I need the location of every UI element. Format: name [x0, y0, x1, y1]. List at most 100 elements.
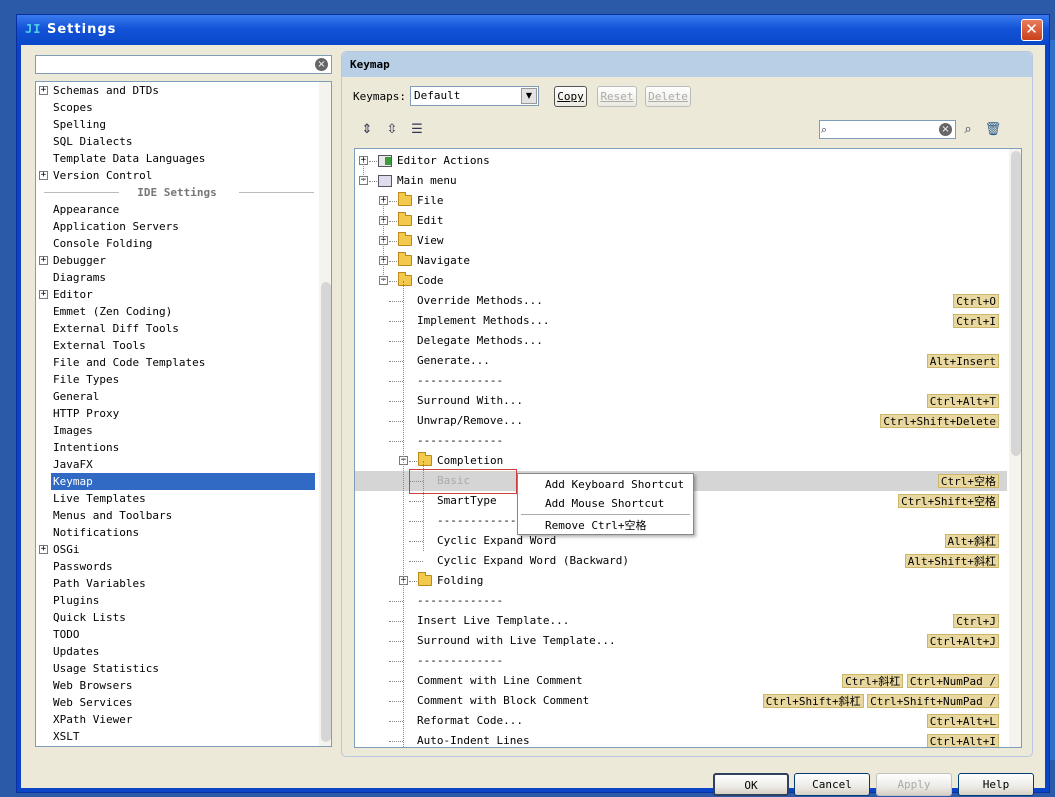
keymap-row[interactable]: Generate... Alt+Insert: [355, 351, 1007, 371]
keymap-row[interactable]: Implement Methods... Ctrl+I: [355, 311, 1007, 331]
keymap-row[interactable]: Delegate Methods...: [355, 331, 1007, 351]
keymap-row[interactable]: Comment with Line Comment Ctrl+NumPad / Ct…: [355, 671, 1007, 691]
settings-item[interactable]: External Tools: [36, 337, 316, 354]
settings-item[interactable]: Scopes: [36, 99, 316, 116]
menu-item-add-keyboard-shortcut[interactable]: Add Keyboard Shortcut: [545, 476, 684, 493]
settings-item[interactable]: Path Variables: [36, 575, 316, 592]
keymap-row[interactable]: + Folding: [355, 571, 1007, 591]
settings-item[interactable]: Updates: [36, 643, 316, 660]
reset-button[interactable]: Reset: [597, 86, 637, 107]
settings-item[interactable]: File Types: [36, 371, 316, 388]
settings-item[interactable]: Appearance: [36, 201, 316, 218]
keymap-row[interactable]: + Edit: [355, 211, 1007, 231]
trash-icon[interactable]: 🗑: [984, 121, 1002, 139]
settings-item[interactable]: Diagrams: [36, 269, 316, 286]
title-bar[interactable]: JI Settings ✕: [17, 15, 1049, 45]
settings-item[interactable]: XSLT: [36, 728, 316, 745]
keymap-row[interactable]: Comment with Block Comment Ctrl+Shift+Num…: [355, 691, 1007, 711]
delete-button[interactable]: Delete: [645, 86, 691, 107]
settings-item[interactable]: Quick Lists: [36, 609, 316, 626]
settings-item[interactable]: TODO: [36, 626, 316, 643]
keymap-row[interactable]: -------------: [355, 651, 1007, 671]
scrollbar-thumb[interactable]: [321, 282, 331, 742]
keymap-row[interactable]: Surround with Live Template... Ctrl+Alt+J: [355, 631, 1007, 651]
settings-item[interactable]: Web Services: [36, 694, 316, 711]
settings-item[interactable]: Usage Statistics: [36, 660, 316, 677]
keymap-tree-scrollbar[interactable]: [1009, 149, 1021, 747]
chevron-down-icon[interactable]: ▼: [521, 88, 537, 104]
search-icon[interactable]: ⌕: [821, 122, 836, 137]
settings-item[interactable]: Spelling: [36, 116, 316, 133]
settings-item[interactable]: Application Servers: [36, 218, 316, 235]
keymap-row[interactable]: Surround With... Ctrl+Alt+T: [355, 391, 1007, 411]
expand-icon[interactable]: +: [39, 171, 48, 180]
settings-item[interactable]: File and Code Templates: [36, 354, 316, 371]
settings-item[interactable]: Live Templates: [36, 490, 316, 507]
scrollbar-thumb[interactable]: [1011, 151, 1021, 456]
help-button[interactable]: Help: [958, 773, 1034, 796]
keymap-select[interactable]: Default ▼: [410, 86, 539, 106]
settings-search-input[interactable]: ×: [35, 55, 332, 74]
settings-tree-scrollbar[interactable]: [319, 82, 331, 746]
action-label: SmartType: [437, 494, 497, 507]
settings-item[interactable]: XPath Viewer: [36, 711, 316, 728]
collapse-all-icon[interactable]: ⇳: [383, 121, 401, 139]
keymap-row[interactable]: -------------: [355, 371, 1007, 391]
settings-item[interactable]: JavaFX: [36, 456, 316, 473]
clear-filter-icon[interactable]: ×: [939, 123, 952, 136]
settings-item[interactable]: Intentions: [36, 439, 316, 456]
settings-item[interactable]: + Schemas and DTDs: [36, 82, 316, 99]
settings-item[interactable]: External Diff Tools: [36, 320, 316, 337]
settings-item[interactable]: + OSGi: [36, 541, 316, 558]
menu-item-remove-shortcut[interactable]: Remove Ctrl+空格: [545, 517, 646, 534]
settings-item[interactable]: Keymap: [36, 473, 316, 490]
settings-item[interactable]: Web Browsers: [36, 677, 316, 694]
keymap-row[interactable]: − Main menu: [355, 171, 1007, 191]
keymap-row[interactable]: Reformat Code... Ctrl+Alt+L: [355, 711, 1007, 731]
tree-connector: [389, 361, 403, 362]
settings-item[interactable]: Emmet (Zen Coding): [36, 303, 316, 320]
settings-item[interactable]: Plugins: [36, 592, 316, 609]
expand-icon[interactable]: +: [39, 290, 48, 299]
expand-icon[interactable]: +: [39, 256, 48, 265]
settings-item[interactable]: Images: [36, 422, 316, 439]
menu-item-add-mouse-shortcut[interactable]: Add Mouse Shortcut: [545, 495, 664, 512]
keymap-row[interactable]: Override Methods... Ctrl+O: [355, 291, 1007, 311]
expand-icon[interactable]: +: [39, 545, 48, 554]
settings-item[interactable]: + Debugger: [36, 252, 316, 269]
settings-item[interactable]: HTTP Proxy: [36, 405, 316, 422]
ok-button[interactable]: OK: [713, 773, 789, 796]
keymap-row[interactable]: + Editor Actions: [355, 151, 1007, 171]
keymap-row[interactable]: Auto-Indent Lines Ctrl+Alt+I: [355, 731, 1007, 747]
cancel-button[interactable]: Cancel: [794, 773, 870, 796]
settings-item[interactable]: + Editor: [36, 286, 316, 303]
clear-search-icon[interactable]: ×: [315, 58, 328, 71]
folder-icon: [398, 232, 412, 246]
find-shortcut-icon[interactable]: ⌕: [959, 121, 977, 139]
keymap-row[interactable]: + File: [355, 191, 1007, 211]
settings-item[interactable]: Console Folding: [36, 235, 316, 252]
settings-item[interactable]: + Version Control: [36, 167, 316, 184]
close-button[interactable]: ✕: [1021, 19, 1043, 41]
expand-icon[interactable]: +: [39, 86, 48, 95]
copy-button[interactable]: Copy: [554, 86, 587, 107]
apply-button[interactable]: Apply: [876, 773, 952, 796]
settings-item[interactable]: SQL Dialects: [36, 133, 316, 150]
keymap-filter-input[interactable]: ⌕ ×: [819, 120, 956, 139]
expand-all-icon[interactable]: ⇕: [358, 121, 376, 139]
keymap-row[interactable]: -------------: [355, 431, 1007, 451]
keymap-row[interactable]: + Navigate: [355, 251, 1007, 271]
keymap-row[interactable]: -------------: [355, 591, 1007, 611]
edit-shortcut-icon[interactable]: ☰: [408, 121, 426, 139]
settings-item[interactable]: Passwords: [36, 558, 316, 575]
settings-item[interactable]: Menus and Toolbars: [36, 507, 316, 524]
settings-item[interactable]: Notifications: [36, 524, 316, 541]
keymap-row[interactable]: + View: [355, 231, 1007, 251]
keymap-row[interactable]: Unwrap/Remove... Ctrl+Shift+Delete: [355, 411, 1007, 431]
settings-item[interactable]: Template Data Languages: [36, 150, 316, 167]
keymap-row[interactable]: Cyclic Expand Word (Backward) Alt+Shift+斜…: [355, 551, 1007, 571]
settings-item[interactable]: General: [36, 388, 316, 405]
keymap-row[interactable]: Insert Live Template... Ctrl+J: [355, 611, 1007, 631]
keymap-row[interactable]: − Code: [355, 271, 1007, 291]
keymap-row[interactable]: − Completion: [355, 451, 1007, 471]
